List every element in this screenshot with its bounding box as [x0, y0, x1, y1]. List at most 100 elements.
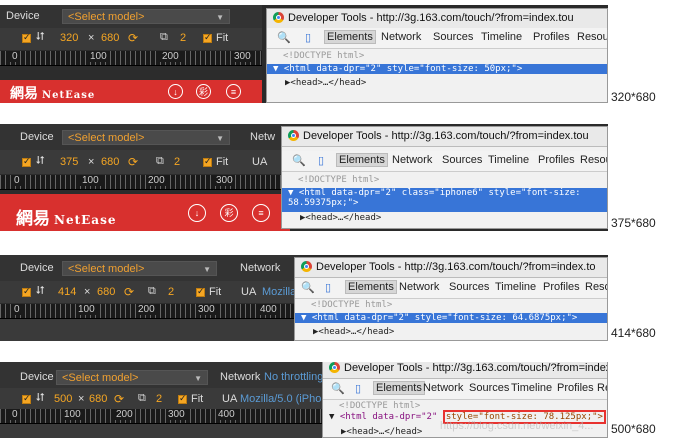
resolution-checkbox[interactable] [22, 156, 31, 167]
device-toolbar: Device <Select model> ▼ Network No throt… [0, 362, 328, 389]
ruler-tick: 0 [12, 175, 22, 186]
select-value: <Select model> [68, 132, 145, 144]
ua-value[interactable]: Mozilla [262, 286, 296, 298]
network-label[interactable]: Network [240, 262, 280, 274]
html-node[interactable]: ▼ <html data-dpr="2" class="iphone6" sty… [282, 188, 607, 212]
device-mode-icon[interactable]: ▯ [318, 154, 324, 167]
color-icon[interactable]: 彩 [196, 84, 211, 99]
rotate-icon[interactable]: ⟳ [114, 392, 124, 406]
tab-network[interactable]: Network [399, 281, 439, 293]
device-mode-icon[interactable]: ▯ [305, 31, 311, 44]
head-node[interactable]: ▶<head>…</head> [282, 213, 607, 223]
device-model-select[interactable]: <Select model> ▼ [62, 130, 230, 145]
network-label[interactable]: Network [220, 371, 260, 383]
swap-arrows-icon[interactable]: ⮃ [36, 31, 45, 44]
device-mode-icon[interactable]: ▯ [355, 382, 361, 395]
search-icon[interactable]: 🔍 [292, 154, 306, 167]
fit-checkbox[interactable] [178, 393, 187, 404]
dimension-toolbar: ⮃ 414 × 680 ⟳ ⧉ 2 Fit UA Mozilla [0, 281, 300, 303]
height-input[interactable]: 680 [101, 32, 119, 44]
device-model-select[interactable]: <Select model> ▼ [62, 261, 217, 276]
devtools-tabs: 🔍 ▯ Elements Network Sources Timeline Pr… [323, 379, 607, 400]
tab-elements[interactable]: Elements [373, 381, 425, 395]
rotate-icon[interactable]: ⟳ [124, 285, 134, 299]
fit-label: Fit [209, 286, 222, 298]
tab-timeline[interactable]: Timeline [511, 382, 552, 394]
tab-network[interactable]: Network [392, 154, 432, 166]
swap-arrows-icon[interactable]: ⮃ [36, 155, 45, 168]
fit-checkbox[interactable] [203, 32, 212, 43]
dpr-input[interactable]: 2 [174, 156, 180, 168]
color-icon[interactable]: 彩 [220, 204, 238, 222]
width-input[interactable]: 500 [54, 393, 72, 405]
html-node[interactable]: ▼ <html data-dpr="2" style="font-size: 6… [295, 313, 607, 323]
rotate-icon[interactable]: ⟳ [128, 31, 138, 45]
ruler-tick: 300 [214, 175, 235, 186]
tab-profiles[interactable]: Profiles [533, 31, 570, 43]
tab-resources[interactable]: Resou [597, 382, 607, 394]
dpr-icon: ⧉ [138, 392, 146, 404]
height-input[interactable]: 680 [89, 393, 107, 405]
dpr-input[interactable]: 2 [168, 286, 174, 298]
tab-network[interactable]: Network [381, 31, 421, 43]
dimension-toolbar: ⮃ 500 × 680 ⟳ ⧉ 2 Fit UA Mozilla/5.0 (iP… [0, 388, 337, 410]
dpr-input[interactable]: 2 [180, 32, 186, 44]
resolution-checkbox[interactable] [22, 286, 31, 297]
ruler-tick: 100 [88, 51, 109, 62]
tab-profiles[interactable]: Profiles [543, 281, 580, 293]
width-input[interactable]: 414 [58, 286, 76, 298]
tab-sources[interactable]: Sources [433, 31, 473, 43]
swap-arrows-icon[interactable]: ⮃ [36, 392, 45, 405]
dpr-icon: ⧉ [156, 155, 164, 167]
height-input[interactable]: 680 [101, 156, 119, 168]
tab-sources[interactable]: Sources [442, 154, 482, 166]
page-header: 網易 NetEase ↓ 彩 ≡ [0, 80, 262, 103]
download-icon[interactable]: ↓ [168, 84, 183, 99]
dpr-input[interactable]: 2 [156, 393, 162, 405]
ruler-tick: 100 [62, 409, 83, 420]
head-node[interactable]: ▶<head>…</head> [295, 327, 607, 337]
throttle-select[interactable]: No throttling [264, 371, 323, 383]
device-model-select[interactable]: <Select model> ▼ [62, 9, 230, 24]
tab-elements[interactable]: Elements [324, 30, 376, 44]
tab-network[interactable]: Network [423, 382, 463, 394]
width-input[interactable]: 375 [60, 156, 78, 168]
search-icon[interactable]: 🔍 [277, 31, 291, 44]
device-mode-icon[interactable]: ▯ [325, 281, 331, 294]
search-icon[interactable]: 🔍 [331, 382, 345, 395]
menu-icon[interactable]: ≡ [252, 204, 270, 222]
page-header: 網易 NetEase ↓ 彩 ≡ [0, 194, 290, 231]
html-node[interactable]: ▼ <html data-dpr="2" style="font-size: 5… [267, 64, 607, 74]
network-label[interactable]: Netw [250, 131, 275, 143]
head-node[interactable]: ▶<head>…</head> [267, 78, 607, 88]
tab-sources[interactable]: Sources [449, 281, 489, 293]
tab-elements[interactable]: Elements [345, 280, 397, 294]
tab-timeline[interactable]: Timeline [495, 281, 536, 293]
tab-sources[interactable]: Sources [469, 382, 509, 394]
device-model-select[interactable]: <Select model> ▼ [56, 370, 208, 385]
tab-profiles[interactable]: Profiles [538, 154, 575, 166]
rotate-icon[interactable]: ⟳ [128, 155, 138, 169]
height-input[interactable]: 680 [97, 286, 115, 298]
fit-checkbox[interactable] [203, 156, 212, 167]
width-input[interactable]: 320 [60, 32, 78, 44]
search-icon[interactable]: 🔍 [301, 281, 315, 294]
horizontal-ruler: 0 100 200 300 400 [0, 304, 300, 319]
tab-elements[interactable]: Elements [336, 153, 388, 167]
menu-icon[interactable]: ≡ [226, 84, 241, 99]
resolution-checkbox[interactable] [22, 32, 31, 43]
ruler-tick: 0 [12, 304, 22, 315]
resolution-checkbox[interactable] [22, 393, 31, 404]
tab-timeline[interactable]: Timeline [488, 154, 529, 166]
ruler-tick: 300 [196, 304, 217, 315]
tab-resources[interactable]: Resou [585, 281, 607, 293]
swap-arrows-icon[interactable]: ⮃ [36, 285, 45, 298]
tab-timeline[interactable]: Timeline [481, 31, 522, 43]
tab-resources[interactable]: Resour [577, 31, 607, 43]
devtools-tabs: 🔍 ▯ Elements Network Sources Timeline Pr… [282, 151, 607, 172]
fit-checkbox[interactable] [196, 286, 205, 297]
tab-resources[interactable]: Resour [580, 154, 607, 166]
tab-profiles[interactable]: Profiles [557, 382, 594, 394]
download-icon[interactable]: ↓ [188, 204, 206, 222]
ruler-tick: 300 [166, 409, 187, 420]
